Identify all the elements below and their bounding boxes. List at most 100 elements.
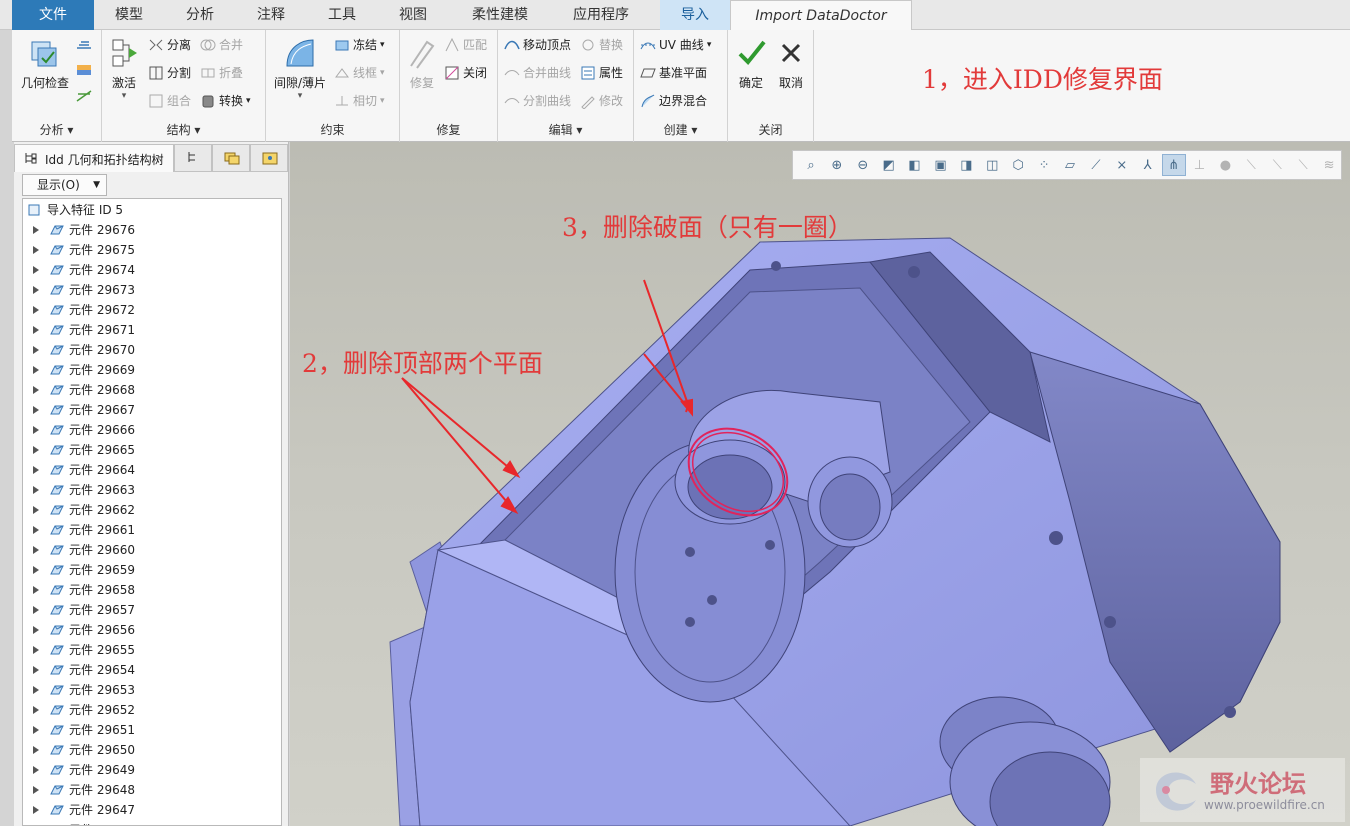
expand-arrow-icon[interactable] <box>33 666 39 674</box>
expand-arrow-icon[interactable] <box>33 766 39 774</box>
tab-view[interactable]: 视图 <box>378 0 448 30</box>
geometry-check-button[interactable]: 几何检查 <box>16 36 74 91</box>
convert-button[interactable]: 转换 ▾ <box>200 92 251 109</box>
expand-arrow-icon[interactable] <box>33 606 39 614</box>
tab-annotation[interactable]: 注释 <box>236 0 306 30</box>
fold-button[interactable]: 折叠 <box>200 64 243 81</box>
filter-icon-2[interactable]: ● <box>1214 154 1238 176</box>
tab-import[interactable]: 导入 <box>660 0 730 30</box>
expand-arrow-icon[interactable] <box>33 706 39 714</box>
combine-button[interactable]: 组合 <box>148 92 191 109</box>
filter-icon-3[interactable]: ⟍ <box>1239 154 1263 176</box>
zoom-in-icon[interactable]: ⊕ <box>825 154 849 176</box>
tab-file[interactable]: 文件 <box>12 0 94 30</box>
tab-flexible-modeling[interactable]: 柔性建模 <box>448 0 552 30</box>
expand-arrow-icon[interactable] <box>33 646 39 654</box>
analysis-small-icon-2[interactable] <box>76 62 92 78</box>
tree-view[interactable]: 导入特征 ID 5 元件 29676 元件 29675 元件 29674 元件 296… <box>22 198 282 826</box>
freeze-button[interactable]: 冻结 ▾ <box>334 36 385 53</box>
expand-arrow-icon[interactable] <box>33 806 39 814</box>
curve-select-icon[interactable]: ⟋ <box>1084 154 1108 176</box>
filter-icon-1[interactable]: ⊥ <box>1188 154 1212 176</box>
expand-arrow-icon[interactable] <box>33 446 39 454</box>
surface-select-icon[interactable]: ▱ <box>1058 154 1082 176</box>
tab-analysis[interactable]: 分析 <box>164 0 236 30</box>
tab-model[interactable]: 模型 <box>94 0 164 30</box>
expand-arrow-icon[interactable] <box>33 286 39 294</box>
expand-arrow-icon[interactable] <box>33 306 39 314</box>
vertex-select-icon[interactable]: ⨯ <box>1110 154 1134 176</box>
expand-arrow-icon[interactable] <box>33 686 39 694</box>
topology-select-icon[interactable]: ⋔ <box>1161 154 1186 176</box>
edge-select-icon[interactable]: ⅄ <box>1136 154 1160 176</box>
model-render[interactable] <box>290 142 1350 826</box>
tab-folder[interactable] <box>250 144 288 172</box>
attribute-button[interactable]: 属性 <box>580 64 623 81</box>
shading-icon[interactable]: ⬡ <box>1006 154 1030 176</box>
datum-plane-button[interactable]: 基准平面 <box>640 64 707 81</box>
tab-idd-tree[interactable]: Idd 几何和拓扑结构树 <box>14 144 174 172</box>
ok-button[interactable]: 确定 <box>732 36 770 91</box>
filter-icon-6[interactable]: ≋ <box>1317 154 1341 176</box>
expand-arrow-icon[interactable] <box>33 486 39 494</box>
close-surface-button[interactable]: 关闭 <box>444 64 487 81</box>
filter-icon-4[interactable]: ⟍ <box>1265 154 1289 176</box>
match-button[interactable]: 匹配 <box>444 36 487 53</box>
replace-button[interactable]: 替换 <box>580 36 623 53</box>
view-manager-icon[interactable]: ▣ <box>929 154 953 176</box>
display-style-icon[interactable]: ◨ <box>954 154 978 176</box>
datum-display-icon[interactable]: ◫ <box>980 154 1004 176</box>
expand-arrow-icon[interactable] <box>33 426 39 434</box>
expand-arrow-icon[interactable] <box>33 506 39 514</box>
refit-icon[interactable]: ⌕ <box>799 154 823 176</box>
analysis-small-icon-3[interactable] <box>76 88 92 104</box>
group-create-label[interactable]: 创建 ▾ <box>634 121 727 138</box>
uv-curve-button[interactable]: UV 曲线 ▾ <box>640 36 711 53</box>
expand-arrow-icon[interactable] <box>33 786 39 794</box>
merge-button[interactable]: 合并 <box>200 36 243 53</box>
expand-arrow-icon[interactable] <box>33 746 39 754</box>
expand-arrow-icon[interactable] <box>33 366 39 374</box>
tab-layers[interactable] <box>212 144 250 172</box>
wireframe-button[interactable]: 线框 ▾ <box>334 64 385 81</box>
expand-arrow-icon[interactable] <box>33 406 39 414</box>
tab-applications[interactable]: 应用程序 <box>552 0 650 30</box>
tab-tools[interactable]: 工具 <box>306 0 378 30</box>
tangent-button[interactable]: 相切 ▾ <box>334 92 385 109</box>
expand-arrow-icon[interactable] <box>33 386 39 394</box>
split-curve-button[interactable]: 分割曲线 <box>504 92 571 109</box>
gap-sheet-button[interactable]: 间隙/薄片 ▾ <box>270 36 330 101</box>
expand-arrow-icon[interactable] <box>33 466 39 474</box>
expand-arrow-icon[interactable] <box>33 526 39 534</box>
tab-tree-2[interactable] <box>174 144 212 172</box>
modify-button[interactable]: 修改 <box>580 92 623 110</box>
analysis-small-icon-1[interactable] <box>76 36 92 52</box>
filter-icon-5[interactable]: ⟍ <box>1291 154 1315 176</box>
expand-arrow-icon[interactable] <box>33 326 39 334</box>
repaint-icon[interactable]: ◩ <box>877 154 901 176</box>
tab-import-datadoctor[interactable]: Import DataDoctor <box>730 0 912 30</box>
activate-button[interactable]: 激活 ▾ <box>104 36 144 101</box>
cancel-button[interactable]: 取消 <box>772 36 810 91</box>
show-dropdown[interactable]: 显示(O) ▼ <box>22 174 107 196</box>
zoom-out-icon[interactable]: ⊖ <box>851 154 875 176</box>
boundary-blend-button[interactable]: 边界混合 <box>640 92 707 109</box>
points-icon[interactable]: ⁘ <box>1032 154 1056 176</box>
group-analysis-label[interactable]: 分析 ▾ <box>12 121 101 138</box>
expand-arrow-icon[interactable] <box>33 726 39 734</box>
expand-arrow-icon[interactable] <box>33 566 39 574</box>
expand-arrow-icon[interactable] <box>33 246 39 254</box>
separate-button[interactable]: 分离 <box>148 36 191 53</box>
expand-arrow-icon[interactable] <box>33 346 39 354</box>
expand-arrow-icon[interactable] <box>33 226 39 234</box>
merge-curve-button[interactable]: 合并曲线 <box>504 64 571 81</box>
expand-arrow-icon[interactable] <box>33 586 39 594</box>
expand-arrow-icon[interactable] <box>33 266 39 274</box>
expand-arrow-icon[interactable] <box>33 626 39 634</box>
split-button[interactable]: 分割 <box>148 64 191 81</box>
group-edit-label[interactable]: 编辑 ▾ <box>498 121 633 138</box>
saved-orientation-icon[interactable]: ◧ <box>903 154 927 176</box>
repair-button[interactable]: 修复 <box>402 36 442 91</box>
expand-arrow-icon[interactable] <box>33 546 39 554</box>
graphics-viewport[interactable]: ⌕ ⊕ ⊖ ◩ ◧ ▣ ◨ ◫ ⬡ ⁘ ▱ ⟋ ⨯ ⅄ ⋔ ⊥ ● ⟍ ⟍ ⟍ … <box>290 142 1350 826</box>
